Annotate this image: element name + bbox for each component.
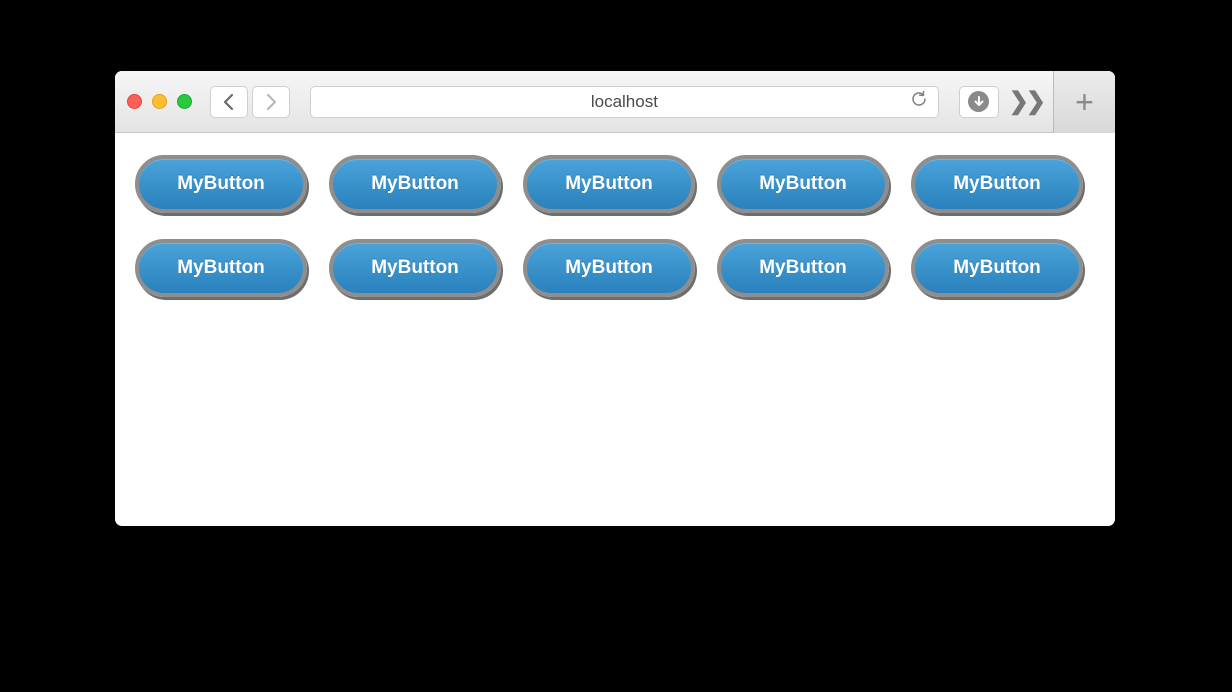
window-zoom-button[interactable] <box>177 94 192 109</box>
my-button-label: MyButton <box>565 257 653 279</box>
page-content: MyButton MyButton MyButton MyButton MyBu… <box>115 133 1115 345</box>
my-button-label: MyButton <box>953 173 1041 195</box>
my-button-label: MyButton <box>177 257 265 279</box>
reload-icon[interactable] <box>910 90 928 113</box>
browser-titlebar: localhost ❯❯ + <box>115 71 1115 133</box>
address-text: localhost <box>591 92 658 112</box>
forward-button[interactable] <box>252 86 290 118</box>
button-row: MyButton MyButton MyButton MyButton MyBu… <box>135 155 1095 213</box>
my-button-label: MyButton <box>371 173 459 195</box>
my-button[interactable]: MyButton <box>523 239 695 297</box>
my-button-label: MyButton <box>759 257 847 279</box>
new-tab-button[interactable]: + <box>1053 71 1115 133</box>
download-arrow-icon <box>968 91 989 112</box>
my-button-label: MyButton <box>759 173 847 195</box>
my-button[interactable]: MyButton <box>523 155 695 213</box>
my-button-label: MyButton <box>953 257 1041 279</box>
address-bar[interactable]: localhost <box>310 86 939 118</box>
my-button[interactable]: MyButton <box>911 239 1083 297</box>
my-button[interactable]: MyButton <box>135 155 307 213</box>
my-button-label: MyButton <box>177 173 265 195</box>
back-button[interactable] <box>210 86 248 118</box>
browser-window: localhost ❯❯ + <box>115 71 1115 526</box>
my-button[interactable]: MyButton <box>135 239 307 297</box>
tabs-overflow-button[interactable]: ❯❯ <box>1009 87 1043 116</box>
my-button[interactable]: MyButton <box>329 155 501 213</box>
my-button[interactable]: MyButton <box>911 155 1083 213</box>
my-button[interactable]: MyButton <box>329 239 501 297</box>
my-button[interactable]: MyButton <box>717 155 889 213</box>
plus-icon: + <box>1075 84 1094 121</box>
window-controls <box>127 94 192 109</box>
my-button-label: MyButton <box>371 257 459 279</box>
window-close-button[interactable] <box>127 94 142 109</box>
my-button-label: MyButton <box>565 173 653 195</box>
chevron-right-icon <box>264 93 278 111</box>
toolbar-right: ❯❯ <box>959 86 1043 118</box>
nav-buttons <box>208 86 290 118</box>
my-button[interactable]: MyButton <box>717 239 889 297</box>
chevron-double-right-icon: ❯❯ <box>1009 88 1043 115</box>
downloads-button[interactable] <box>959 86 999 118</box>
window-minimize-button[interactable] <box>152 94 167 109</box>
chevron-left-icon <box>222 93 236 111</box>
button-row: MyButton MyButton MyButton MyButton MyBu… <box>135 239 1095 297</box>
